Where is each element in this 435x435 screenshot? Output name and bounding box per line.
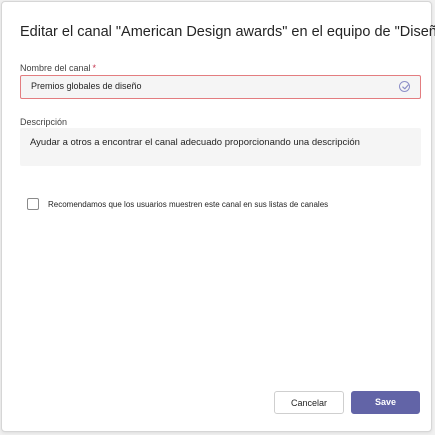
description-input[interactable]: Ayudar a otros a encontrar el canal adec… xyxy=(20,128,421,166)
required-marker: * xyxy=(92,63,97,73)
dialog-title: Editar el canal "American Design awards"… xyxy=(20,24,435,40)
edit-channel-dialog: Editar el canal "American Design awards"… xyxy=(1,1,435,432)
cancel-button[interactable]: Cancelar xyxy=(274,391,344,414)
save-button[interactable]: Save xyxy=(351,391,420,414)
channel-name-label-text: Nombre del canal xyxy=(20,63,91,73)
channel-name-label: Nombre del canal * xyxy=(20,63,96,73)
channel-name-value: Premios globales de diseño xyxy=(31,81,142,91)
description-value: Ayudar a otros a encontrar el canal adec… xyxy=(30,137,360,148)
channel-name-input[interactable]: Premios globales de diseño xyxy=(20,75,421,99)
recommend-label: Recomendamos que los usuarios muestren e… xyxy=(48,200,329,209)
recommend-checkbox[interactable] xyxy=(27,198,39,210)
description-label: Descripción xyxy=(20,117,68,127)
check-circle-icon xyxy=(399,81,410,92)
